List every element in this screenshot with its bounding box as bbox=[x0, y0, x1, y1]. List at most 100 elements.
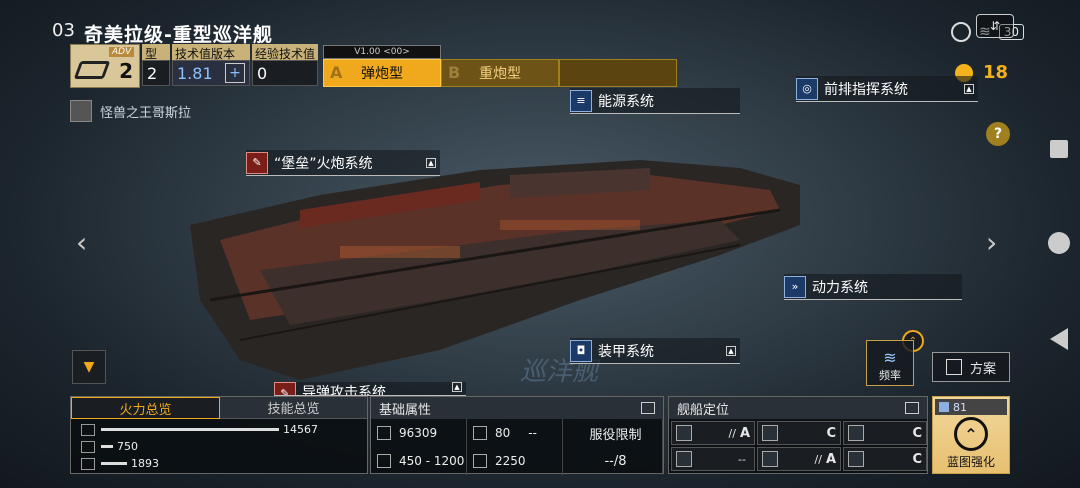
menu-button[interactable]: ⇵ bbox=[976, 14, 1014, 38]
role-cell: -- bbox=[671, 447, 755, 471]
variant-tab-a[interactable]: A 弹炮型 bbox=[323, 59, 441, 87]
variant-tab-b[interactable]: B 重炮型 bbox=[441, 59, 559, 87]
role-mark: // bbox=[814, 452, 822, 466]
tech-label: 技术值版本 bbox=[172, 44, 250, 61]
adv-badge: ADV 2 bbox=[70, 44, 140, 88]
collapse-button[interactable]: ▼ bbox=[72, 350, 106, 384]
module-fort-cannon[interactable]: ✎ “堡垒”火炮系统 ▲ bbox=[246, 150, 440, 176]
module-command[interactable]: ◎ 前排指挥系统 ▲ bbox=[796, 76, 978, 102]
ship-subtitle: 怪兽之王哥斯拉 bbox=[70, 100, 191, 122]
cannon-icon: ✎ bbox=[246, 151, 268, 174]
variant-selector: V1.00 <00> A 弹炮型 B 重炮型 bbox=[323, 45, 677, 87]
tab-firepower[interactable]: 火力总览 bbox=[71, 397, 220, 419]
role-cell: //A bbox=[671, 421, 755, 445]
expand-icon[interactable] bbox=[641, 402, 655, 414]
ship-info-bar: ADV 2 型号 2 技术值版本 1.81 + 经验技术值 0 bbox=[70, 44, 318, 88]
weapon-icon bbox=[81, 423, 95, 436]
fire-value: 1893 bbox=[131, 457, 159, 470]
range-icon bbox=[377, 454, 391, 468]
fire-bar-row: 14567 bbox=[71, 421, 367, 438]
help-button[interactable]: ? bbox=[986, 122, 1010, 146]
upgrade-icon: ▲ bbox=[426, 157, 436, 168]
tech-field: 1.81 + bbox=[172, 60, 250, 86]
adv-logo-icon bbox=[73, 61, 111, 79]
role-cell: C bbox=[757, 421, 841, 445]
exp-value: 0 bbox=[252, 60, 318, 86]
weapon-icon bbox=[81, 457, 95, 470]
role-mark: // bbox=[728, 426, 736, 440]
hp-icon bbox=[377, 426, 391, 440]
fire-value: 750 bbox=[117, 440, 138, 453]
role-cell: C bbox=[843, 447, 927, 471]
next-ship-arrow[interactable]: › bbox=[986, 226, 997, 259]
fire-value: 14567 bbox=[283, 423, 318, 436]
variant-tab-empty[interactable] bbox=[559, 59, 677, 87]
radar-icon: ◎ bbox=[796, 77, 818, 100]
role-title: 舰船定位 bbox=[677, 402, 730, 418]
blueprint-icon bbox=[939, 402, 949, 412]
upgrade-icon: ▲ bbox=[964, 83, 974, 94]
fire-bar-row: 750 bbox=[71, 438, 367, 455]
weapon-icon bbox=[81, 440, 95, 453]
shield-icon: ◘ bbox=[570, 339, 592, 362]
upgrade-icon: ▲ bbox=[452, 382, 462, 392]
module-power[interactable]: » 动力系统 bbox=[784, 274, 962, 300]
add-tech-button[interactable]: + bbox=[225, 63, 245, 83]
frequency-button[interactable]: ≋ 频率 bbox=[866, 340, 914, 386]
role-icon bbox=[762, 425, 778, 441]
armor-value: 80 bbox=[495, 426, 511, 440]
speed-icon bbox=[473, 454, 487, 468]
list-icon: ≡ bbox=[570, 89, 592, 112]
hp-value: 96309 bbox=[399, 426, 438, 440]
upgrade-icon: ▲ bbox=[726, 345, 736, 356]
expand-icon[interactable] bbox=[905, 402, 919, 414]
model-label: 型号 bbox=[142, 44, 170, 78]
tab-skills[interactable]: 技能总览 bbox=[220, 397, 367, 419]
role-cell: //A bbox=[757, 447, 841, 471]
armor-extra: -- bbox=[528, 426, 537, 440]
module-energy[interactable]: ≡ 能源系统 bbox=[570, 88, 740, 114]
prev-ship-arrow[interactable]: ‹ bbox=[76, 226, 87, 259]
role-grade: C bbox=[826, 425, 836, 441]
module-missile[interactable]: ✎ 导弹攻击系统 ▲ bbox=[274, 382, 466, 396]
home-button[interactable] bbox=[1048, 232, 1070, 254]
plan-button[interactable]: 方案 bbox=[932, 352, 1010, 382]
module-armor[interactable]: ◘ 装甲系统 ▲ bbox=[570, 338, 740, 364]
role-cell: C bbox=[843, 421, 927, 445]
fire-bar bbox=[101, 428, 279, 431]
page-title: 奇美拉级-重型巡洋舰 bbox=[84, 24, 273, 46]
fire-bar bbox=[101, 462, 127, 465]
ship-role-panel: 舰船定位 //A C C --//A C bbox=[668, 396, 928, 474]
exp-label: 经验技术值 bbox=[252, 44, 318, 61]
role-grade: A bbox=[825, 451, 836, 467]
blueprint-button[interactable]: 81 ⌃ 蓝图强化 bbox=[932, 396, 1010, 474]
base-title: 基础属性 bbox=[379, 402, 432, 418]
variant-version: V1.00 <00> bbox=[323, 45, 441, 59]
plan-icon bbox=[945, 359, 962, 375]
role-mark: -- bbox=[738, 452, 746, 466]
role-icon bbox=[848, 451, 864, 467]
engine-icon: » bbox=[784, 275, 806, 298]
recent-apps-button[interactable] bbox=[1050, 140, 1068, 158]
blueprint-count: 81 bbox=[953, 400, 967, 414]
credit-value: 18 bbox=[982, 62, 1008, 83]
service-label: 服役限制 bbox=[563, 419, 663, 447]
fire-bars: 14567 750 1893 bbox=[71, 419, 367, 472]
adv-value: 2 bbox=[119, 59, 133, 83]
service-value: --/8 bbox=[563, 447, 663, 475]
status-time: 03 bbox=[52, 20, 75, 41]
missile-icon: ✎ bbox=[274, 382, 296, 395]
role-icon bbox=[848, 425, 864, 441]
armor-icon bbox=[473, 426, 487, 440]
fire-panel: 火力总览 技能总览 14567 750 1893 bbox=[70, 396, 368, 474]
role-grade: C bbox=[912, 425, 922, 441]
role-icon bbox=[676, 451, 692, 467]
role-grade: C bbox=[912, 451, 922, 467]
back-button[interactable] bbox=[1050, 328, 1068, 350]
paint-icon bbox=[70, 100, 92, 122]
model-value: 2 bbox=[142, 60, 170, 86]
base-attributes-panel: 基础属性 96309 80 -- 服役限制 450 - 1200 2250 --/… bbox=[370, 396, 664, 475]
adv-tag: ADV bbox=[109, 47, 135, 57]
role-grade: A bbox=[739, 425, 750, 441]
alarm-icon bbox=[950, 22, 971, 42]
